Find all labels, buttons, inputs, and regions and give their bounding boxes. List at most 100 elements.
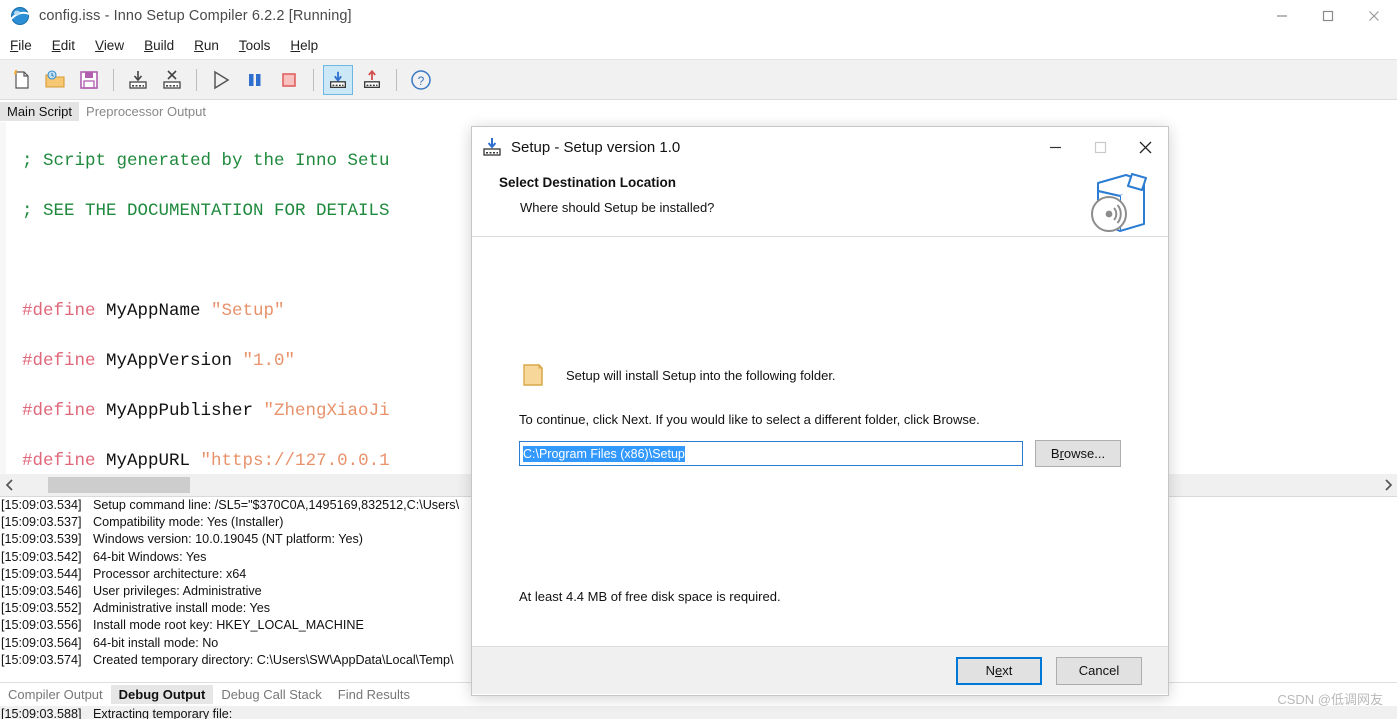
dialog-heading: Select Destination Location <box>499 175 677 190</box>
code-overflow-line: Id value in instal <box>1182 447 1397 474</box>
menu-tools-rest: ools <box>245 38 271 53</box>
destination-path-value: C:\Program Files (x86)\Setup <box>523 445 685 462</box>
chevron-left-icon[interactable] <box>0 474 18 496</box>
chevron-right-icon[interactable] <box>1379 474 1397 496</box>
next-label-pre: N <box>985 663 996 678</box>
code-token: MyAppName <box>95 301 212 321</box>
code-token: #define <box>22 401 96 421</box>
code-token: #define <box>22 301 96 321</box>
code-token: "https://127.0.0.1 <box>200 451 390 471</box>
code-token: #define <box>22 351 96 371</box>
dialog-close-icon[interactable] <box>1123 127 1168 167</box>
cancel-button[interactable]: Cancel <box>1056 656 1142 685</box>
compile-icon[interactable] <box>123 65 153 95</box>
dialog-title-bar: Setup - Setup version 1.0 <box>472 127 1168 167</box>
menu-run-mnemonic: R <box>194 38 204 53</box>
log-message: Extracting temporary file: <box>93 707 233 719</box>
browse-button[interactable]: Br owse... <box>1035 440 1121 467</box>
log-row-partial: [15:09:03.588] Extracting temporary file: <box>0 706 1397 719</box>
log-timestamp: [15:09:03.552] <box>1 601 82 616</box>
code-token: ; Script generated by the Inno Setu <box>22 151 390 171</box>
toolbar-separator <box>396 68 397 91</box>
toolbar-separator <box>113 68 114 91</box>
inno-setup-compiler-window: config.iss - Inno Setup Compiler 6.2.2 [… <box>0 0 1397 719</box>
folder-icon <box>520 360 550 390</box>
toolbar: ? <box>0 60 1397 100</box>
terminate-icon[interactable] <box>274 65 304 95</box>
menu-build[interactable]: Build <box>134 36 184 55</box>
status-bar: [15:09:03.588] Extracting temporary file: <box>0 706 1397 719</box>
log-timestamp: [15:09:03.546] <box>1 583 82 598</box>
save-icon[interactable] <box>74 65 104 95</box>
step-out-icon[interactable] <box>357 65 387 95</box>
new-file-icon[interactable] <box>6 65 36 95</box>
toolbar-separator <box>313 68 314 91</box>
open-file-icon[interactable] <box>40 65 70 95</box>
code-token: MyAppPublisher <box>95 401 264 421</box>
next-label-mnemonic: e <box>995 663 1003 678</box>
menu-run[interactable]: Run <box>184 36 229 55</box>
log-timestamp: [15:09:03.556] <box>1 618 82 633</box>
dialog-footer: Ne xt Cancel <box>472 646 1168 694</box>
menu-build-rest: uild <box>153 38 175 53</box>
window-controls <box>1259 0 1397 32</box>
menu-edit[interactable]: Edit <box>42 36 85 55</box>
help-icon[interactable]: ? <box>406 65 436 95</box>
minimize-icon[interactable] <box>1259 0 1305 32</box>
folder-message-row: Setup will install Setup into the follow… <box>520 360 836 390</box>
code-token: "1.0" <box>242 351 296 371</box>
tab-preprocessor-output[interactable]: Preprocessor Output <box>79 102 213 121</box>
log-timestamp: [15:09:03.544] <box>1 566 82 581</box>
menu-run-rest: un <box>203 38 219 53</box>
log-timestamp: [15:09:03.539] <box>1 532 82 547</box>
menu-tools[interactable]: Tools <box>229 36 281 55</box>
run-icon[interactable] <box>206 65 236 95</box>
menu-view[interactable]: View <box>85 36 134 55</box>
next-label-post: xt <box>1002 663 1013 678</box>
code-token: #define <box>22 451 96 471</box>
code-token: MyAppVersion <box>95 351 243 371</box>
log-timestamp: [15:09:03.574] <box>1 652 82 667</box>
stop-compile-icon[interactable] <box>157 65 187 95</box>
browse-label-pre: B <box>1050 446 1060 461</box>
menu-file[interactable]: File <box>0 36 42 55</box>
script-tab-bar: Main Script Preprocessor Output <box>0 100 1397 122</box>
close-icon[interactable] <box>1351 0 1397 32</box>
dialog-minimize-icon[interactable] <box>1033 127 1078 167</box>
destination-path-input[interactable]: C:\Program Files (x86)\Setup <box>519 441 1023 466</box>
tab-find-results[interactable]: Find Results <box>330 685 418 704</box>
pause-icon[interactable] <box>240 65 270 95</box>
log-timestamp: [15:09:03.564] <box>1 635 82 650</box>
log-timestamp: [15:09:03.534] <box>1 498 82 512</box>
dialog-header: Select Destination Location Where should… <box>472 167 1168 237</box>
setup-install-icon <box>482 137 502 157</box>
maximize-icon[interactable] <box>1305 0 1351 32</box>
menu-file-rest: ile <box>18 38 32 53</box>
dialog-window-controls <box>1033 127 1168 167</box>
code-token: ; SEE THE DOCUMENTATION FOR DETAILS <box>22 201 390 221</box>
menu-help[interactable]: Help <box>280 36 328 55</box>
toolbar-separator <box>196 68 197 91</box>
watermark: CSDN @低调网友 <box>1277 692 1383 707</box>
dialog-subheading: Where should Setup be installed? <box>520 200 715 215</box>
log-timestamp: [15:09:03.537] <box>1 515 82 530</box>
menu-bar: File Edit View Build Run Tools Help <box>0 32 1397 60</box>
tab-main-script[interactable]: Main Script <box>0 101 80 121</box>
tab-debug-output[interactable]: Debug Output <box>110 685 214 704</box>
menu-edit-mnemonic: E <box>51 38 61 53</box>
dialog-body: Setup will install Setup into the follow… <box>472 237 1168 646</box>
next-button[interactable]: Ne xt <box>956 656 1042 685</box>
destination-path-row: C:\Program Files (x86)\Setup Br owse... <box>519 440 1121 467</box>
install-box-icon <box>1086 169 1156 235</box>
menu-view-mnemonic: V <box>95 38 104 53</box>
folder-message: Setup will install Setup into the follow… <box>566 367 836 383</box>
tab-debug-call-stack[interactable]: Debug Call Stack <box>213 685 329 704</box>
disk-space-message: At least 4.4 MB of free disk space is re… <box>519 589 781 604</box>
menu-edit-rest: dit <box>60 38 76 53</box>
menu-help-mnemonic: H <box>290 38 301 53</box>
log-timestamp: [15:09:03.542] <box>1 549 82 564</box>
scrollbar-thumb[interactable] <box>48 477 190 493</box>
tab-compiler-output[interactable]: Compiler Output <box>0 685 111 704</box>
svg-text:?: ? <box>418 74 425 88</box>
step-into-icon[interactable] <box>323 64 353 95</box>
